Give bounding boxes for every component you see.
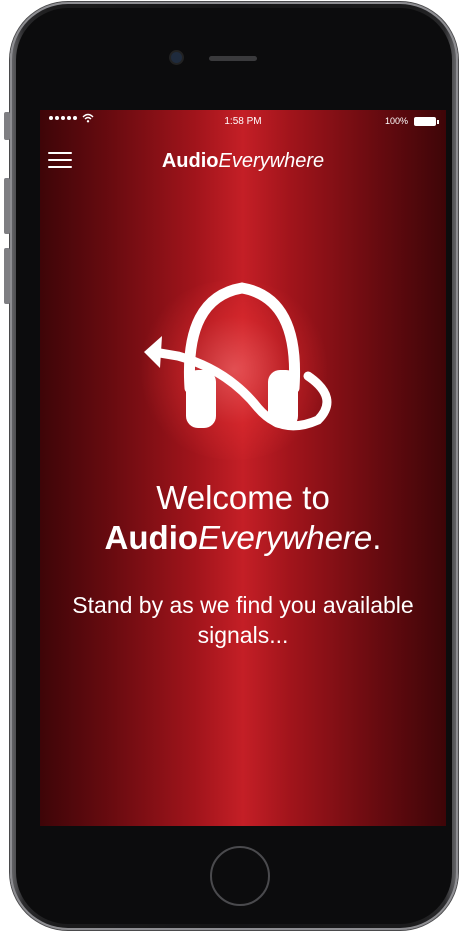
status-bar: 1:58 PM 100% [40,110,446,132]
app-title-bold: Audio [161,150,219,172]
volume-up-button [4,178,10,234]
standby-message: Stand by as we find you available signal… [72,592,414,648]
battery-icon [414,117,439,126]
mute-switch [4,112,10,140]
welcome-line: Welcome to [156,479,330,516]
front-camera [171,52,182,63]
earpiece-speaker [209,56,257,61]
welcome-brand-bold: Audio [104,519,199,556]
welcome-brand-italic: Everywhere [198,519,373,556]
headphones-logo-icon [144,282,332,431]
volume-down-button [4,248,10,304]
app-screen: 1:58 PM 100% AudioEverywhere Welcome to … [40,110,446,826]
welcome-brand: AudioEverywhere. [40,518,446,558]
welcome-heading: Welcome to AudioEverywhere. [40,478,446,558]
app-title: AudioEverywhere [40,150,446,173]
battery-percent: 100% [384,116,408,126]
home-button[interactable] [210,846,270,906]
app-title-italic: Everywhere [218,150,325,172]
welcome-brand-period: . [372,519,382,556]
